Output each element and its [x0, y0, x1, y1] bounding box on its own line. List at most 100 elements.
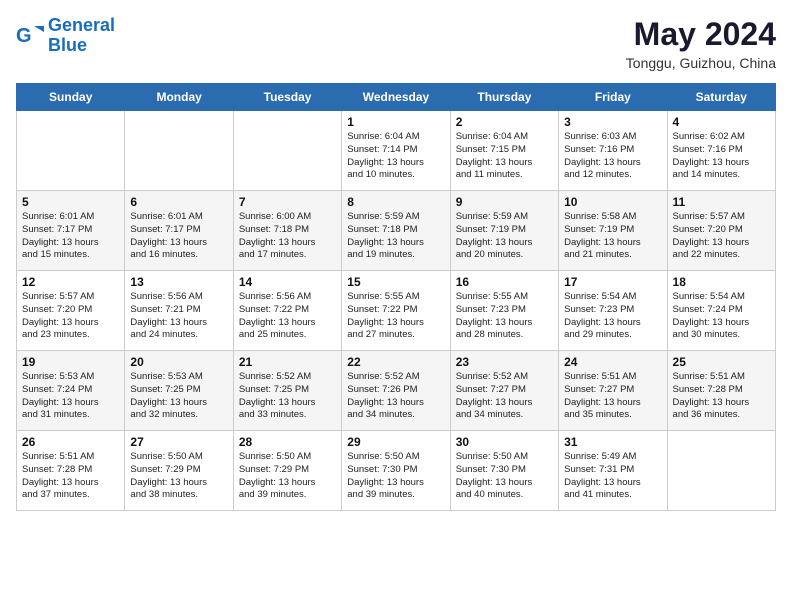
weekday-header-sunday: Sunday — [17, 84, 125, 111]
day-number: 22 — [347, 355, 444, 369]
day-number: 29 — [347, 435, 444, 449]
day-number: 20 — [130, 355, 227, 369]
day-number: 19 — [22, 355, 119, 369]
day-number: 13 — [130, 275, 227, 289]
calendar-cell — [17, 111, 125, 191]
day-info: Sunrise: 5:59 AM Sunset: 7:19 PM Dayligh… — [456, 211, 553, 262]
page-header: G General Blue May 2024 Tonggu, Guizhou,… — [16, 16, 776, 71]
calendar-cell: 22Sunrise: 5:52 AM Sunset: 7:26 PM Dayli… — [342, 351, 450, 431]
logo-text: General Blue — [48, 16, 115, 56]
day-info: Sunrise: 5:51 AM Sunset: 7:28 PM Dayligh… — [673, 371, 770, 422]
day-info: Sunrise: 5:55 AM Sunset: 7:22 PM Dayligh… — [347, 291, 444, 342]
calendar-cell: 15 Sunrise: 5:55 AM Sunset: 7:22 PM Dayli… — [342, 271, 450, 351]
day-number: 21 — [239, 355, 336, 369]
day-number: 11 — [673, 195, 770, 209]
day-number: 23 — [456, 355, 553, 369]
weekday-header-wednesday: Wednesday — [342, 84, 450, 111]
weekday-header-row: SundayMondayTuesdayWednesdayThursdayFrid… — [17, 84, 776, 111]
day-number: 26 — [22, 435, 119, 449]
weekday-header-friday: Friday — [559, 84, 667, 111]
calendar-cell: 18 Sunrise: 5:54 AM Sunset: 7:24 PM Dayli… — [667, 271, 775, 351]
week-row-4: 19 Sunrise: 5:53 AM Sunset: 7:24 PM Dayli… — [17, 351, 776, 431]
day-info: Sunrise: 6:03 AM Sunset: 7:16 PM Dayligh… — [564, 131, 661, 182]
day-info: Sunrise: 5:55 AM Sunset: 7:23 PM Dayligh… — [456, 291, 553, 342]
week-row-3: 12 Sunrise: 5:57 AM Sunset: 7:20 PM Dayli… — [17, 271, 776, 351]
logo-icon: G — [16, 22, 44, 50]
calendar-cell: 10 Sunrise: 5:58 AM Sunset: 7:19 PM Dayli… — [559, 191, 667, 271]
day-number: 15 — [347, 275, 444, 289]
day-number: 18 — [673, 275, 770, 289]
week-row-5: 26 Sunrise: 5:51 AM Sunset: 7:28 PM Dayli… — [17, 431, 776, 511]
calendar-cell: 30 Sunrise: 5:50 AM Sunset: 7:30 PM Dayli… — [450, 431, 558, 511]
day-number: 9 — [456, 195, 553, 209]
calendar-cell: 6Sunrise: 6:01 AM Sunset: 7:17 PM Daylig… — [125, 191, 233, 271]
day-info: Sunrise: 5:50 AM Sunset: 7:29 PM Dayligh… — [130, 451, 227, 502]
calendar-cell: 17Sunrise: 5:54 AM Sunset: 7:23 PM Dayli… — [559, 271, 667, 351]
calendar-cell: 11Sunrise: 5:57 AM Sunset: 7:20 PM Dayli… — [667, 191, 775, 271]
logo-general: General — [48, 15, 115, 35]
day-number: 24 — [564, 355, 661, 369]
day-info: Sunrise: 5:57 AM Sunset: 7:20 PM Dayligh… — [22, 291, 119, 342]
calendar-cell: 26 Sunrise: 5:51 AM Sunset: 7:28 PM Dayli… — [17, 431, 125, 511]
logo: G General Blue — [16, 16, 115, 56]
weekday-header-tuesday: Tuesday — [233, 84, 341, 111]
calendar-cell: 29 Sunrise: 5:50 AM Sunset: 7:30 PM Dayli… — [342, 431, 450, 511]
logo-blue: Blue — [48, 35, 87, 55]
day-info: Sunrise: 5:52 AM Sunset: 7:25 PM Dayligh… — [239, 371, 336, 422]
day-info: Sunrise: 6:02 AM Sunset: 7:16 PM Dayligh… — [673, 131, 770, 182]
calendar-cell: 19 Sunrise: 5:53 AM Sunset: 7:24 PM Dayli… — [17, 351, 125, 431]
day-number: 5 — [22, 195, 119, 209]
calendar-cell: 25Sunrise: 5:51 AM Sunset: 7:28 PM Dayli… — [667, 351, 775, 431]
day-info: Sunrise: 5:54 AM Sunset: 7:24 PM Dayligh… — [673, 291, 770, 342]
day-info: Sunrise: 5:51 AM Sunset: 7:28 PM Dayligh… — [22, 451, 119, 502]
day-number: 7 — [239, 195, 336, 209]
calendar-cell: 31 Sunrise: 5:49 AM Sunset: 7:31 PM Dayli… — [559, 431, 667, 511]
day-number: 16 — [456, 275, 553, 289]
calendar-cell: 13Sunrise: 5:56 AM Sunset: 7:21 PM Dayli… — [125, 271, 233, 351]
day-number: 2 — [456, 115, 553, 129]
day-number: 31 — [564, 435, 661, 449]
day-info: Sunrise: 6:01 AM Sunset: 7:17 PM Dayligh… — [22, 211, 119, 262]
day-info: Sunrise: 5:50 AM Sunset: 7:30 PM Dayligh… — [347, 451, 444, 502]
calendar-cell: 14Sunrise: 5:56 AM Sunset: 7:22 PM Dayli… — [233, 271, 341, 351]
calendar-cell: 4Sunrise: 6:02 AM Sunset: 7:16 PM Daylig… — [667, 111, 775, 191]
weekday-header-monday: Monday — [125, 84, 233, 111]
location: Tonggu, Guizhou, China — [626, 55, 776, 71]
day-info: Sunrise: 5:50 AM Sunset: 7:30 PM Dayligh… — [456, 451, 553, 502]
month-year: May 2024 — [626, 16, 776, 53]
calendar-cell: 16 Sunrise: 5:55 AM Sunset: 7:23 PM Dayli… — [450, 271, 558, 351]
calendar-cell: 7 Sunrise: 6:00 AM Sunset: 7:18 PM Daylig… — [233, 191, 341, 271]
weekday-header-thursday: Thursday — [450, 84, 558, 111]
calendar-cell: 20Sunrise: 5:53 AM Sunset: 7:25 PM Dayli… — [125, 351, 233, 431]
calendar-cell: 9 Sunrise: 5:59 AM Sunset: 7:19 PM Daylig… — [450, 191, 558, 271]
day-info: Sunrise: 6:04 AM Sunset: 7:15 PM Dayligh… — [456, 131, 553, 182]
calendar-cell — [233, 111, 341, 191]
calendar-cell: 1Sunrise: 6:04 AM Sunset: 7:14 PM Daylig… — [342, 111, 450, 191]
svg-text:G: G — [16, 25, 32, 47]
day-number: 30 — [456, 435, 553, 449]
calendar-cell: 27Sunrise: 5:50 AM Sunset: 7:29 PM Dayli… — [125, 431, 233, 511]
day-number: 28 — [239, 435, 336, 449]
day-info: Sunrise: 6:04 AM Sunset: 7:14 PM Dayligh… — [347, 131, 444, 182]
day-number: 12 — [22, 275, 119, 289]
calendar-cell: 5 Sunrise: 6:01 AM Sunset: 7:17 PM Daylig… — [17, 191, 125, 271]
day-info: Sunrise: 5:58 AM Sunset: 7:19 PM Dayligh… — [564, 211, 661, 262]
day-info: Sunrise: 5:53 AM Sunset: 7:24 PM Dayligh… — [22, 371, 119, 422]
day-info: Sunrise: 6:00 AM Sunset: 7:18 PM Dayligh… — [239, 211, 336, 262]
calendar-cell: 24 Sunrise: 5:51 AM Sunset: 7:27 PM Dayli… — [559, 351, 667, 431]
calendar-cell: 21 Sunrise: 5:52 AM Sunset: 7:25 PM Dayli… — [233, 351, 341, 431]
day-info: Sunrise: 5:59 AM Sunset: 7:18 PM Dayligh… — [347, 211, 444, 262]
day-info: Sunrise: 5:52 AM Sunset: 7:27 PM Dayligh… — [456, 371, 553, 422]
day-info: Sunrise: 5:49 AM Sunset: 7:31 PM Dayligh… — [564, 451, 661, 502]
calendar-cell: 8 Sunrise: 5:59 AM Sunset: 7:18 PM Daylig… — [342, 191, 450, 271]
day-info: Sunrise: 5:56 AM Sunset: 7:22 PM Dayligh… — [239, 291, 336, 342]
calendar-cell: 3Sunrise: 6:03 AM Sunset: 7:16 PM Daylig… — [559, 111, 667, 191]
day-number: 8 — [347, 195, 444, 209]
week-row-2: 5 Sunrise: 6:01 AM Sunset: 7:17 PM Daylig… — [17, 191, 776, 271]
weekday-header-saturday: Saturday — [667, 84, 775, 111]
day-number: 17 — [564, 275, 661, 289]
title-block: May 2024 Tonggu, Guizhou, China — [626, 16, 776, 71]
day-info: Sunrise: 5:51 AM Sunset: 7:27 PM Dayligh… — [564, 371, 661, 422]
day-number: 10 — [564, 195, 661, 209]
calendar-cell: 23 Sunrise: 5:52 AM Sunset: 7:27 PM Dayli… — [450, 351, 558, 431]
